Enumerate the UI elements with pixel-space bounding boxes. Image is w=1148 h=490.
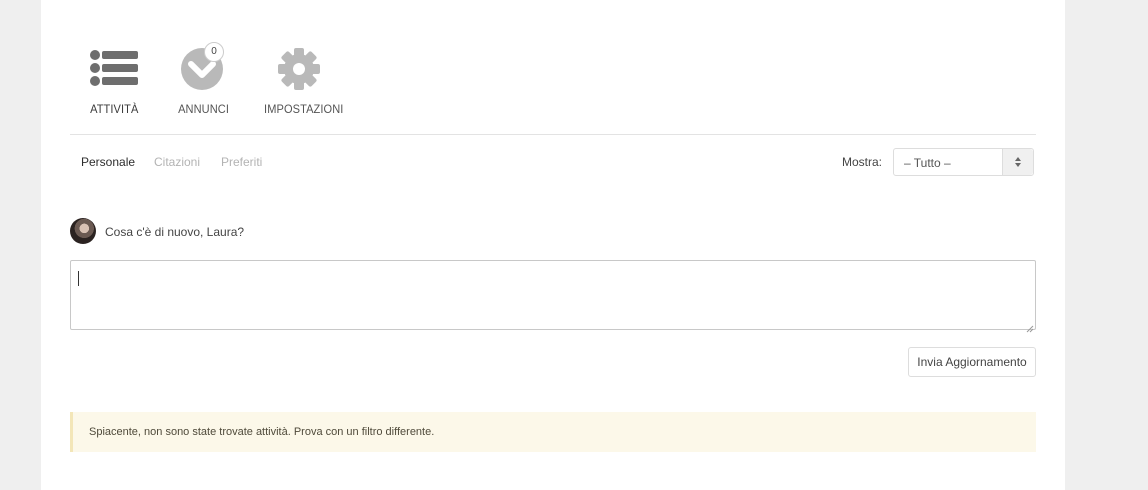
notification-count-badge: 0 [204, 42, 224, 62]
nav-item-annunci[interactable]: 0 ANNUNCI [176, 42, 230, 116]
composer-prompt: Cosa c'è di nuovo, Laura? [105, 225, 245, 239]
list-icon [89, 49, 139, 94]
sort-arrows-icon [1002, 149, 1033, 175]
status-update-textarea[interactable] [70, 260, 1036, 333]
notice-text: Spiacente, non sono state trovate attivi… [89, 426, 435, 438]
filter-label: Mostra: [842, 155, 883, 169]
subtab-citazioni[interactable]: Citazioni [154, 155, 200, 169]
nav-label-annunci: ANNUNCI [178, 102, 230, 116]
nav-divider [70, 134, 1036, 135]
nav-label-impostazioni: IMPOSTAZIONI [264, 102, 344, 116]
filter-select-value: – Tutto – [904, 156, 951, 170]
subtab-preferiti[interactable]: Preferiti [221, 155, 262, 169]
resize-handle-icon[interactable] [1026, 320, 1034, 333]
empty-activity-notice: Spiacente, non sono state trovate attivi… [70, 412, 1036, 452]
gear-icon [277, 47, 321, 96]
activity-nav: ATTIVITÀ 0 ANNUNCI IMPOSTAZIONI [41, 42, 1065, 122]
nav-label-attivita: ATTIVITÀ [90, 102, 139, 116]
nav-item-impostazioni[interactable]: IMPOSTAZIONI [261, 42, 344, 116]
text-caret [78, 271, 79, 286]
submit-update-button[interactable]: Invia Aggiornamento [908, 347, 1036, 377]
main-panel: ATTIVITÀ 0 ANNUNCI IMPOSTAZIONI Personal… [41, 0, 1065, 490]
subtab-personale[interactable]: Personale [81, 155, 135, 169]
nav-item-attivita[interactable]: ATTIVITÀ [88, 42, 140, 116]
filter-select[interactable]: – Tutto – [893, 148, 1034, 176]
avatar [70, 218, 96, 244]
